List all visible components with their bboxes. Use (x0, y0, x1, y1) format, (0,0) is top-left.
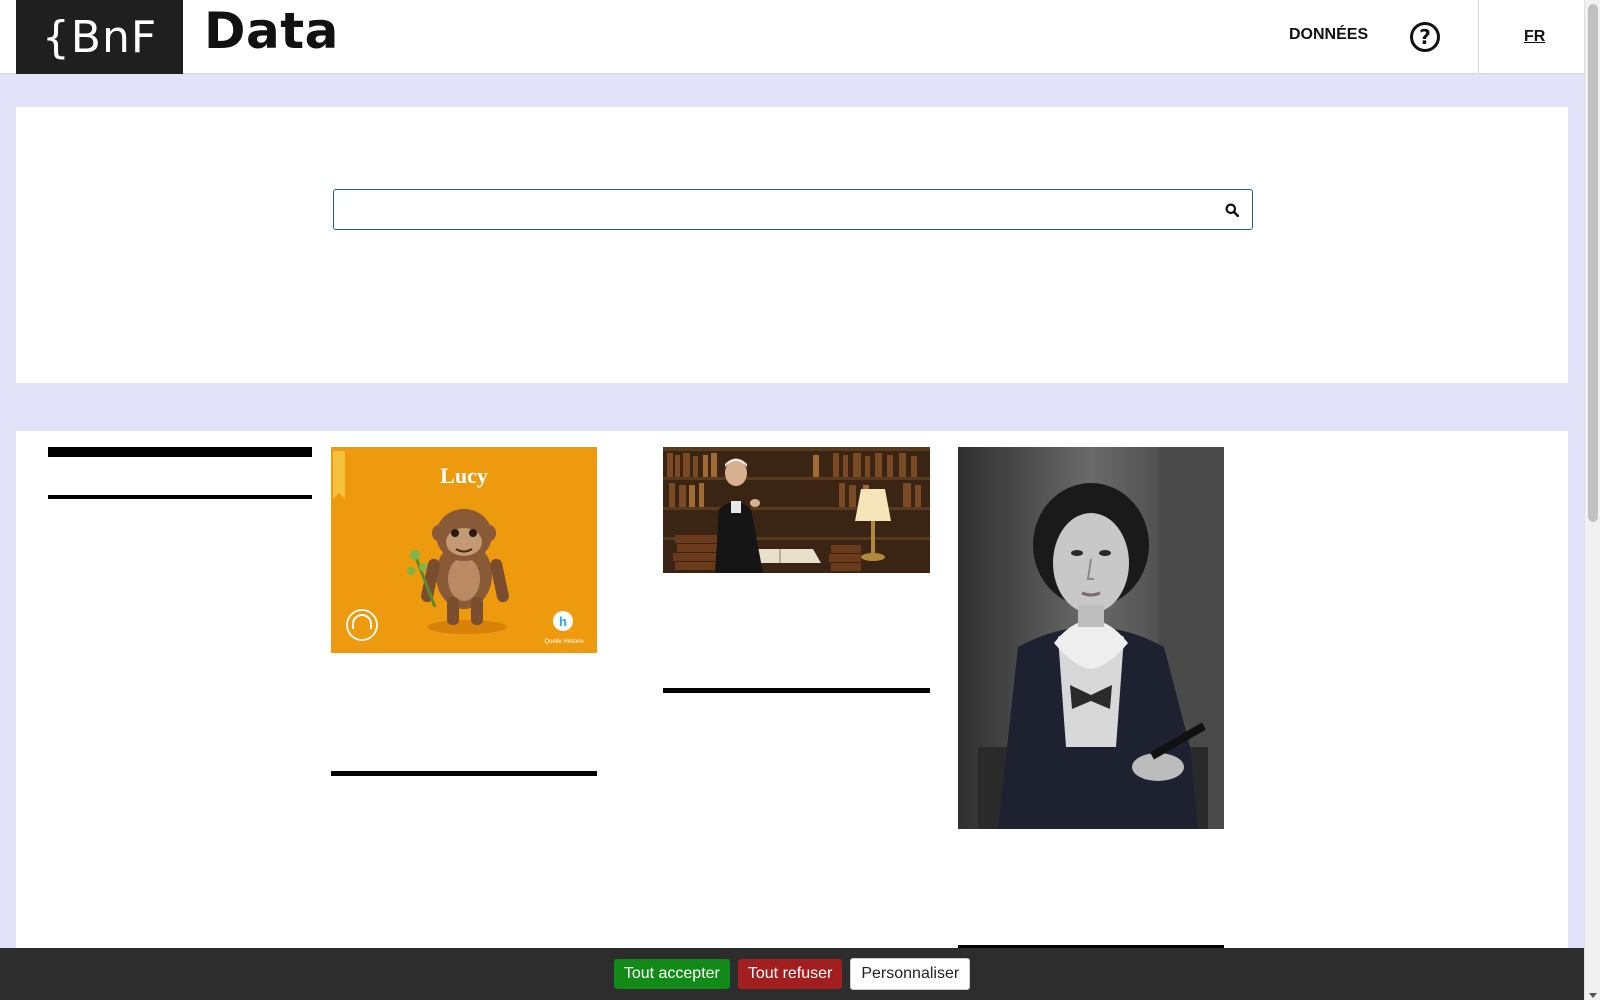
nav-donnees-link[interactable]: DONNÉES (1289, 26, 1368, 44)
search-icon (1225, 203, 1239, 217)
customize-button[interactable]: Personnaliser (850, 958, 971, 990)
help-symbol: ? (1419, 25, 1431, 49)
card-2-rule (663, 688, 930, 693)
heading-rule-top (48, 447, 312, 457)
card-image-lucy[interactable]: h Quelle Histoire Lucy (331, 447, 597, 653)
language-switch[interactable]: FR (1524, 28, 1545, 46)
page-scrollbar[interactable] (1584, 0, 1600, 1000)
woman-portrait-photo (958, 447, 1224, 829)
card-image-woman-portrait[interactable] (958, 447, 1224, 829)
site-title[interactable]: Data (204, 2, 339, 60)
refuse-all-button[interactable]: Tout refuser (737, 959, 843, 989)
search-input[interactable] (344, 190, 1194, 229)
scroll-down-arrow-icon[interactable] (1589, 993, 1597, 998)
card-1-rule (331, 771, 597, 776)
header-divider (1478, 0, 1479, 74)
card-image-library-man[interactable] (663, 447, 930, 573)
content-panel: h Quelle Histoire Lucy (16, 431, 1568, 1000)
cookie-consent-bar: Tout accepter Tout refuser Personnaliser (0, 948, 1584, 1000)
library-man-photo (663, 447, 930, 573)
search-box (333, 189, 1253, 230)
scrollbar-thumb[interactable] (1588, 4, 1598, 522)
bnf-logo[interactable]: {BnF (16, 0, 183, 74)
search-panel (16, 107, 1568, 383)
card-cover-title: Lucy (440, 463, 488, 488)
help-icon[interactable]: ? (1410, 22, 1440, 52)
heading-rule-bottom (48, 495, 312, 499)
site-header: {BnF Data DONNÉES ? FR (0, 0, 1584, 74)
logo-text: {BnF (41, 11, 158, 63)
svg-text:h: h (559, 614, 567, 629)
card-publisher: Quelle Histoire (544, 639, 584, 645)
search-button[interactable] (1220, 198, 1244, 222)
lucy-cover-illustration: h Quelle Histoire Lucy (331, 447, 597, 653)
accept-all-button[interactable]: Tout accepter (613, 959, 730, 989)
